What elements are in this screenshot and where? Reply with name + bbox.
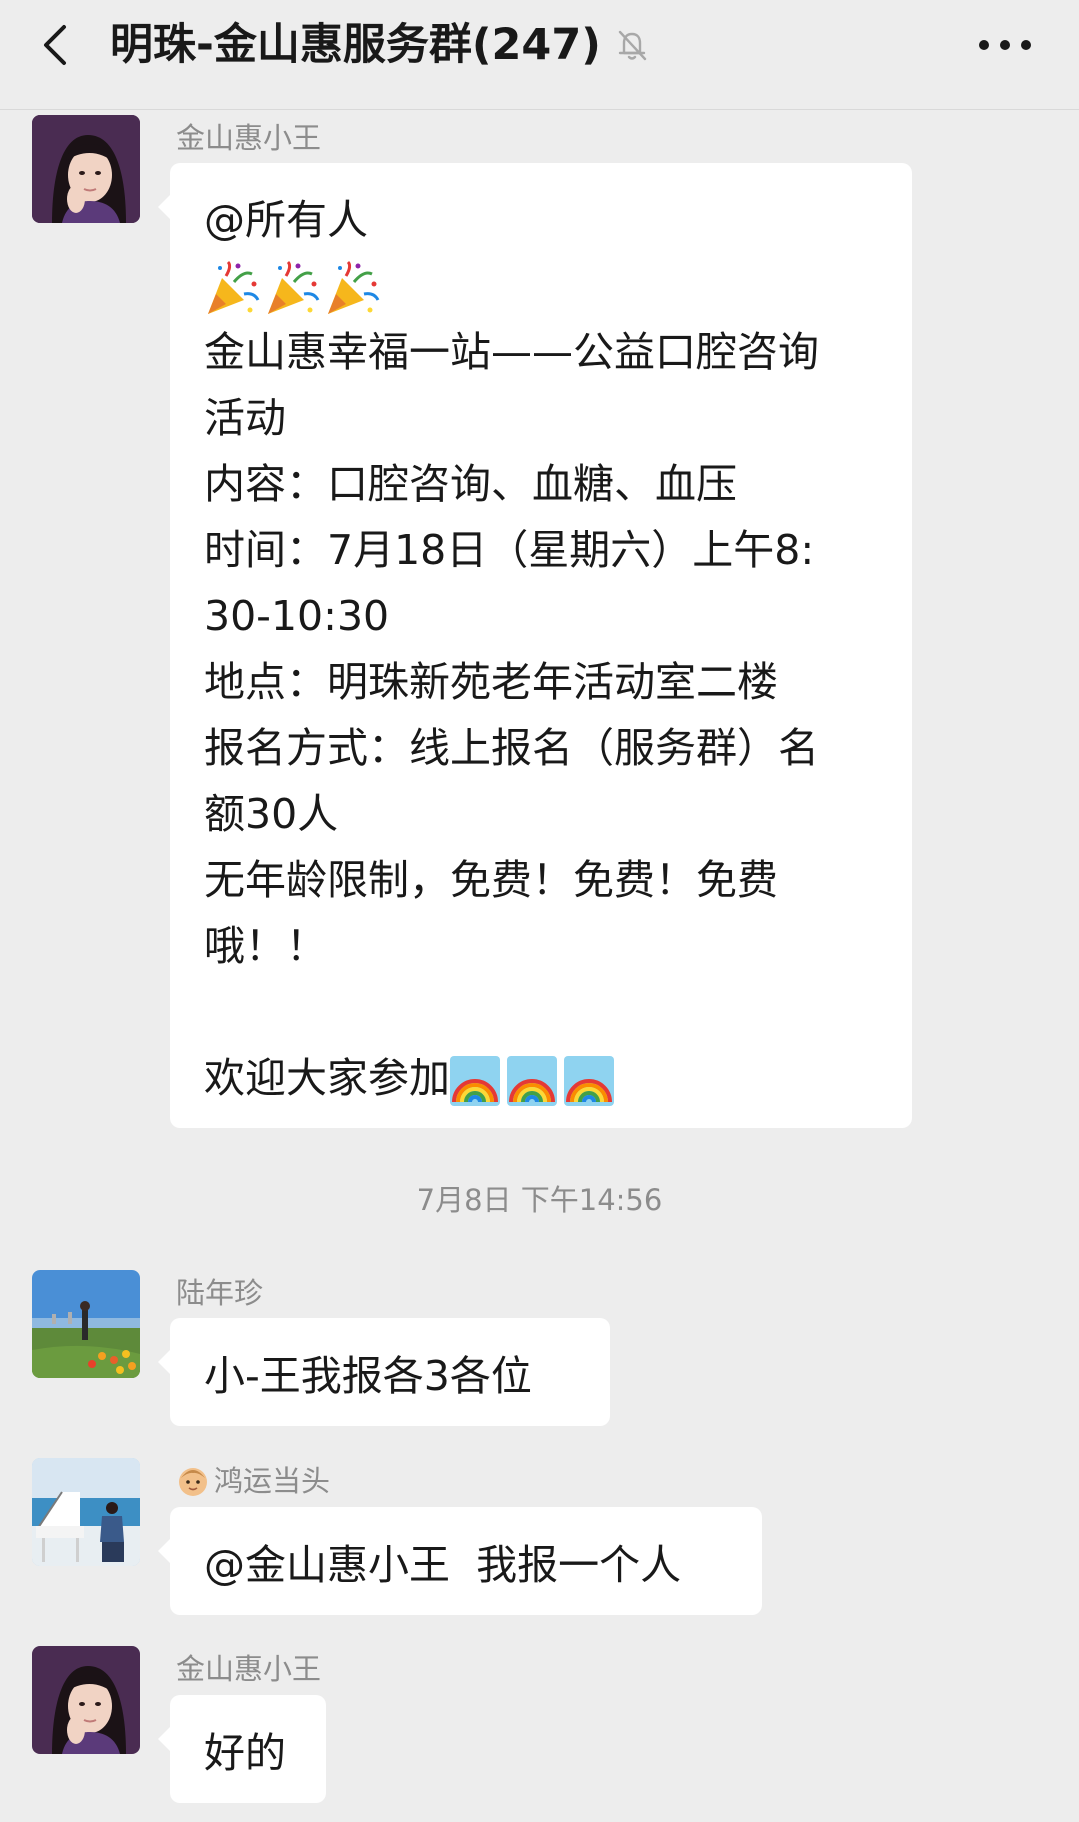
sender-name: 鸿运当头	[176, 1461, 330, 1501]
message-bubble[interactable]: @金山惠小王 我报一个人	[158, 1507, 762, 1615]
message-line: 地点：明珠新苑老年活动室二楼	[204, 658, 778, 706]
sender-name: 金山惠小王	[176, 1652, 322, 1686]
chevron-left-icon	[44, 25, 66, 65]
chat-header: 明珠-金山惠服务群(247)	[0, 0, 1079, 110]
party-popper-emoji	[208, 260, 260, 314]
message-line: 额30人	[204, 790, 339, 838]
message-line: 无年龄限制，免费！免费！免费	[204, 856, 778, 904]
message-line: 内容：口腔咨询、血糖、血压	[204, 460, 737, 508]
emoji-row	[204, 253, 878, 319]
timestamp: 7月8日 下午14:56	[416, 1183, 663, 1217]
message-line: 30-10:30	[204, 592, 390, 640]
message-line: 金山惠幸福一站——公益口腔咨询	[204, 328, 819, 376]
bell-off-icon	[612, 25, 652, 65]
rainbow-emoji	[507, 1056, 557, 1106]
message-text: 好的	[204, 1729, 286, 1777]
message-line: @所有人	[204, 196, 368, 244]
sender-name: 金山惠小王	[176, 121, 322, 155]
avatar[interactable]	[32, 1270, 140, 1378]
chat-title: 明珠-金山惠服务群(247)	[110, 20, 601, 70]
message-line: 时间：7月18日（星期六）上午8:	[204, 526, 815, 574]
more-dots-icon	[979, 40, 1031, 50]
baby-face-emoji	[179, 1468, 207, 1496]
message-line: 报名方式：线上报名（服务群）名	[204, 724, 819, 772]
message-text: @金山惠小王 我报一个人	[204, 1541, 682, 1589]
message-line-last: 欢迎大家参加	[204, 1045, 878, 1111]
party-popper-emoji	[328, 260, 380, 314]
message-line: 哦！！	[204, 922, 327, 970]
back-button[interactable]	[30, 20, 80, 70]
message-text: 小-王我报各3各位	[204, 1352, 532, 1400]
sender-name-text: 鸿运当头	[214, 1464, 331, 1498]
more-button[interactable]	[970, 22, 1040, 68]
message-bubble[interactable]: 好的	[158, 1695, 326, 1803]
message-text: 欢迎大家参加	[204, 1054, 450, 1102]
message-bubble[interactable]: 小-王我报各3各位	[158, 1318, 610, 1426]
avatar[interactable]	[32, 1646, 140, 1754]
avatar[interactable]	[32, 115, 140, 223]
rainbow-emoji	[450, 1056, 500, 1106]
message-line: 活动	[204, 394, 286, 442]
message-line-blank	[204, 979, 878, 1045]
avatar[interactable]	[32, 1458, 140, 1566]
sender-name: 陆年珍	[176, 1276, 264, 1310]
party-popper-emoji	[268, 260, 320, 314]
message-bubble[interactable]: @所有人 金山惠幸福一站——公益口腔咨询 活动 内容：口腔咨询、血糖、血压 时间…	[158, 163, 912, 1128]
rainbow-emoji	[564, 1056, 614, 1106]
